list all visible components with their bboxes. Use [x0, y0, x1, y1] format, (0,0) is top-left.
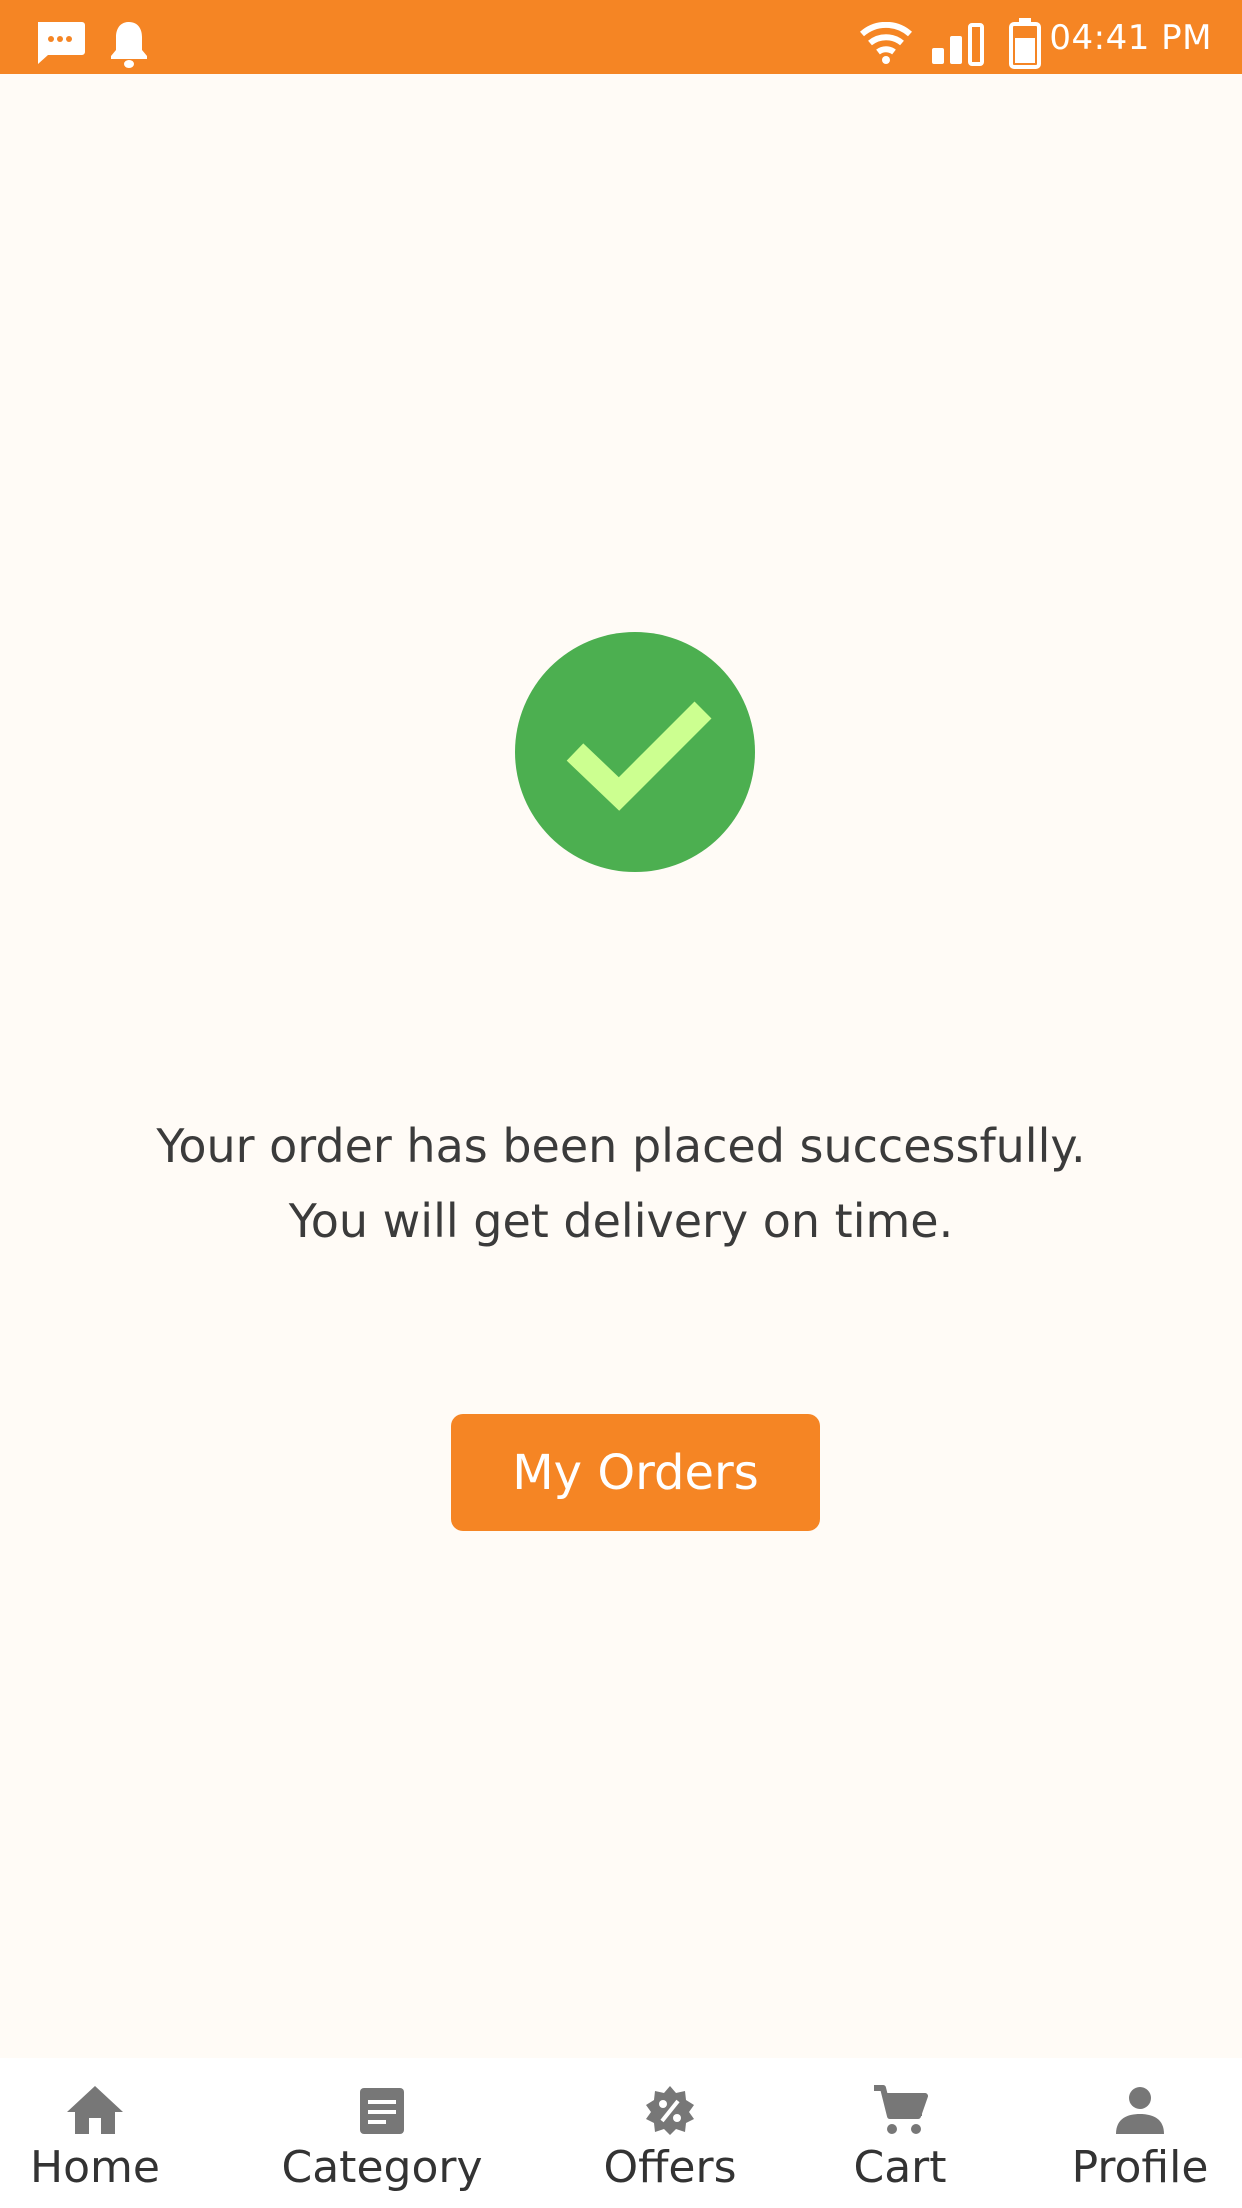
- nav-category[interactable]: Category: [281, 2058, 483, 2208]
- nav-cart[interactable]: Cart: [840, 2058, 960, 2208]
- nav-home[interactable]: Home: [30, 2058, 160, 2208]
- category-icon: [360, 2088, 404, 2134]
- message-icon: [38, 22, 85, 64]
- status-time: 04:41 PM: [1049, 18, 1212, 58]
- bottom-nav: Home Category Offers Cart Profile: [0, 2058, 1242, 2208]
- cart-icon: [874, 2085, 928, 2134]
- profile-icon: [1116, 2087, 1164, 2134]
- notification-bell-icon: [111, 22, 147, 68]
- my-orders-button[interactable]: My Orders: [451, 1414, 820, 1531]
- nav-label: Home: [30, 2142, 160, 2193]
- nav-profile[interactable]: Profile: [1060, 2058, 1220, 2208]
- battery-icon: [1009, 18, 1041, 69]
- nav-offers[interactable]: Offers: [600, 2058, 740, 2208]
- status-bar: 04:41 PM: [0, 0, 1242, 74]
- success-message-line2: You will get delivery on time.: [288, 1194, 954, 1248]
- offers-icon: [646, 2086, 694, 2135]
- nav-label: Profile: [1071, 2142, 1209, 2193]
- nav-label: Offers: [603, 2142, 737, 2193]
- wifi-icon: [860, 22, 912, 64]
- home-icon: [67, 2086, 123, 2134]
- success-message-line1: Your order has been placed successfully.: [156, 1119, 1086, 1173]
- nav-label: Category: [281, 2142, 483, 2193]
- nav-label: Cart: [853, 2142, 947, 2193]
- order-success-screen: Your order has been placed successfully.…: [0, 74, 1242, 2058]
- signal-icon: [932, 23, 984, 66]
- check-circle-icon: [515, 632, 755, 872]
